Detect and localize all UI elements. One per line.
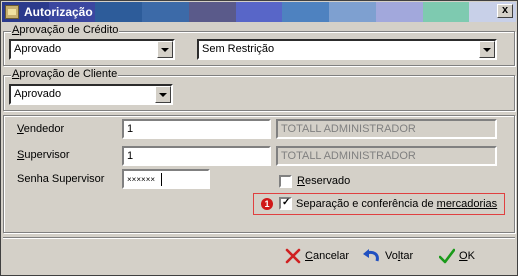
chevron-down-icon[interactable] <box>155 86 171 103</box>
ok-label: OK <box>459 250 475 262</box>
vendedor-code-value: 1 <box>127 123 134 135</box>
close-icon: x <box>501 4 509 16</box>
password-value: ×××××× <box>127 175 156 184</box>
text-caret <box>161 173 162 186</box>
back-label: Voltar <box>385 250 414 262</box>
footer-separator <box>3 237 515 239</box>
close-button[interactable]: x <box>497 4 513 18</box>
supervisor-name-value: TOTALL ADMINISTRADOR <box>281 150 416 162</box>
supervisor-password-input[interactable]: ×××××× <box>122 169 210 189</box>
title-bar[interactable]: Autorização x <box>2 2 516 22</box>
credit-approval-title: Aprovação de Crédito <box>11 24 120 36</box>
separacao-label-last: mercadorias <box>436 198 498 210</box>
vendedor-code-input[interactable]: 1 <box>122 119 271 139</box>
separacao-checkbox[interactable]: ✓ <box>279 197 292 210</box>
credit-restriction-select[interactable]: Sem Restrição <box>197 39 497 60</box>
client-status-value: Aprovado <box>14 88 62 100</box>
ok-button[interactable]: OK <box>439 245 475 267</box>
title-band <box>235 2 283 22</box>
client-approval-title: Aprovação de Cliente <box>11 68 119 80</box>
undo-icon <box>363 249 379 262</box>
separacao-label-main: Separação e conferência de <box>296 198 437 210</box>
credit-status-select[interactable]: Aprovado <box>9 39 175 60</box>
title-band <box>422 2 470 22</box>
title-band <box>375 2 423 22</box>
password-label: Senha Supervisor <box>17 173 105 185</box>
reservado-checkbox[interactable] <box>279 175 292 188</box>
title-band <box>329 2 376 22</box>
supervisor-name-field: TOTALL ADMINISTRADOR <box>276 146 497 166</box>
title-band <box>95 2 143 22</box>
cancel-button[interactable]: Cancelar <box>285 245 349 267</box>
supervisor-label-rest: upervisor <box>24 149 70 161</box>
reservado-label[interactable]: Reservado <box>297 175 350 187</box>
credit-approval-title-rest: provação de Crédito <box>19 24 119 36</box>
reservado-label-rest: eservado <box>304 175 351 187</box>
supervisor-code-value: 1 <box>127 150 134 162</box>
app-icon <box>5 5 19 19</box>
cancel-label: Cancelar <box>305 250 350 262</box>
title-band <box>188 2 236 22</box>
title-band <box>282 2 330 22</box>
back-button[interactable]: Voltar <box>361 245 413 267</box>
vendedor-label: Vendedor <box>17 123 65 135</box>
client-approval-title-rest: provação de Cliente <box>19 68 118 80</box>
cancel-icon <box>285 248 301 264</box>
supervisor-label: Supervisor <box>17 149 70 161</box>
vendedor-name-field: TOTALL ADMINISTRADOR <box>276 119 497 139</box>
vendedor-label-rest: endedor <box>23 123 65 135</box>
step-badge: 1 <box>261 198 273 210</box>
supervisor-code-input[interactable]: 1 <box>122 146 271 166</box>
checkmark-icon: ✓ <box>282 197 291 208</box>
separacao-label[interactable]: Separação e conferência de mercadorias <box>296 198 497 210</box>
client-status-select[interactable]: Aprovado <box>9 84 173 105</box>
chevron-down-icon[interactable] <box>157 41 173 58</box>
title-band <box>142 2 189 22</box>
checkmark-icon <box>439 248 455 264</box>
vendedor-name-value: TOTALL ADMINISTRADOR <box>281 123 416 135</box>
credit-restriction-value: Sem Restrição <box>202 43 275 55</box>
chevron-down-icon[interactable] <box>479 41 495 58</box>
window-title: Autorização <box>24 5 93 19</box>
credit-status-value: Aprovado <box>14 43 62 55</box>
authorization-dialog: Autorização x Aprovação de Crédito Aprov… <box>0 0 518 276</box>
